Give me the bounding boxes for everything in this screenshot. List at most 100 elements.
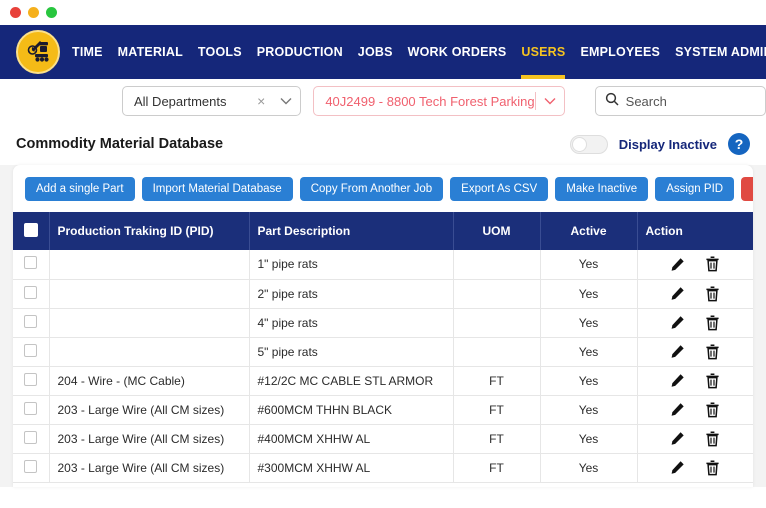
row-checkbox[interactable] — [24, 314, 38, 328]
job-select[interactable]: 40J2499 - 8800 Tech Forest Parking — [313, 86, 565, 116]
toggle-knob — [571, 136, 587, 152]
row-select-cell — [13, 250, 50, 280]
nav-item-work-orders[interactable]: WORK ORDERS — [408, 25, 507, 79]
trash-icon[interactable] — [705, 343, 720, 360]
cell-pid — [49, 337, 250, 367]
row-checkbox[interactable] — [24, 256, 38, 270]
pencil-icon[interactable] — [670, 315, 685, 330]
window-close-button[interactable] — [10, 7, 21, 18]
row-select-cell — [13, 424, 50, 454]
import-material-database-button[interactable]: Import Material Database — [141, 177, 293, 201]
search-field[interactable] — [594, 86, 766, 116]
nav-item-system-admin[interactable]: SYSTEM ADMIN — [675, 25, 766, 79]
row-select-cell — [13, 366, 50, 396]
delete-button[interactable]: Delete — [741, 177, 753, 201]
nav-item-tools[interactable]: TOOLS — [198, 25, 242, 79]
row-checkbox[interactable] — [24, 343, 38, 357]
cell-uom: FT — [453, 366, 541, 396]
column-header-pid[interactable]: Production Traking ID (PID) — [49, 212, 250, 250]
pencil-icon[interactable] — [670, 373, 685, 388]
pencil-icon[interactable] — [670, 402, 685, 417]
trash-icon[interactable] — [705, 285, 720, 302]
table-row: 2" pipe rats Yes — [13, 279, 753, 309]
nav-item-material[interactable]: MATERIAL — [118, 25, 183, 79]
job-select-value: 40J2499 - 8800 Tech Forest Parking — [325, 93, 535, 109]
clear-icon[interactable]: × — [250, 93, 272, 109]
nav-item-employees[interactable]: EMPLOYEES — [580, 25, 660, 79]
chevron-down-icon[interactable] — [272, 97, 300, 105]
assign-pid-button[interactable]: Assign PID — [655, 177, 735, 201]
nav-item-jobs[interactable]: JOBS — [358, 25, 393, 79]
trash-icon[interactable] — [705, 430, 720, 447]
cell-description: 2" pipe rats — [249, 279, 454, 309]
cell-action — [637, 424, 753, 454]
display-inactive-toggle[interactable] — [569, 134, 608, 154]
cell-active: Yes — [540, 366, 638, 396]
cell-uom — [453, 308, 541, 338]
cell-description: #600MCM THHN BLACK — [249, 395, 454, 425]
display-inactive-label: Display Inactive — [618, 136, 717, 152]
nav-item-production[interactable]: PRODUCTION — [257, 25, 343, 79]
cell-action — [637, 337, 753, 367]
row-checkbox[interactable] — [24, 430, 38, 444]
trash-icon[interactable] — [705, 372, 720, 389]
table-row: 203 - Large Wire (All CM sizes) #600MCM T… — [13, 395, 753, 425]
table-row: 203 - Large Wire (All CM sizes) #300MCM X… — [13, 453, 753, 483]
cell-description: #12/2C MC CABLE STL ARMOR — [249, 366, 454, 396]
row-checkbox[interactable] — [24, 372, 38, 386]
heading-actions: Display Inactive ? — [569, 133, 750, 155]
cell-pid — [49, 308, 250, 338]
column-header-uom[interactable]: UOM — [453, 212, 541, 250]
pencil-icon[interactable] — [670, 344, 685, 359]
search-input[interactable] — [625, 93, 746, 109]
app-logo[interactable] — [14, 28, 62, 76]
page-body: Add a single Part Import Material Databa… — [0, 165, 766, 487]
cell-description: 5" pipe rats — [249, 337, 454, 367]
pencil-icon[interactable] — [670, 460, 685, 475]
row-checkbox[interactable] — [24, 401, 38, 415]
cell-description: #400MCM XHHW AL — [249, 424, 454, 454]
cell-uom — [453, 337, 541, 367]
page-heading-row: Commodity Material Database Display Inac… — [0, 123, 766, 165]
chevron-down-icon[interactable] — [536, 97, 564, 105]
department-select[interactable]: All Departments × — [122, 86, 302, 116]
cell-active: Yes — [540, 279, 638, 309]
cell-active: Yes — [540, 250, 638, 280]
export-as-csv-button[interactable]: Export As CSV — [450, 177, 549, 201]
row-checkbox[interactable] — [24, 285, 38, 299]
nav-item-users[interactable]: USERS — [521, 25, 566, 79]
row-checkbox[interactable] — [24, 459, 38, 473]
make-inactive-button[interactable]: Make Inactive — [555, 177, 649, 201]
cell-active: Yes — [540, 337, 638, 367]
pencil-icon[interactable] — [670, 286, 685, 301]
cell-action — [637, 366, 753, 396]
window-maximize-button[interactable] — [46, 7, 57, 18]
pencil-icon[interactable] — [670, 257, 685, 272]
trash-icon[interactable] — [705, 314, 720, 331]
cell-pid: 203 - Large Wire (All CM sizes) — [49, 453, 250, 483]
top-navbar: TIME MATERIAL TOOLS PRODUCTION JOBS WORK… — [0, 25, 766, 79]
select-all-header — [13, 212, 50, 250]
table-body: 1" pipe rats Yes 2" pipe rats Yes 4" pipe ra… — [13, 250, 753, 483]
toolbar: Add a single Part Import Material Databa… — [13, 165, 753, 212]
cell-description: 4" pipe rats — [249, 308, 454, 338]
row-select-cell — [13, 337, 50, 367]
pencil-icon[interactable] — [670, 431, 685, 446]
cell-pid: 204 - Wire - (MC Cable) — [49, 366, 250, 396]
column-header-active[interactable]: Active — [540, 212, 638, 250]
cell-active: Yes — [540, 453, 638, 483]
cell-uom: FT — [453, 453, 541, 483]
column-header-description[interactable]: Part Description — [249, 212, 454, 250]
add-single-part-button[interactable]: Add a single Part — [25, 177, 135, 201]
copy-from-another-job-button[interactable]: Copy From Another Job — [299, 177, 444, 201]
cell-uom: FT — [453, 424, 541, 454]
help-icon[interactable]: ? — [728, 133, 750, 155]
nav-item-time[interactable]: TIME — [72, 25, 103, 79]
select-all-checkbox[interactable] — [23, 222, 38, 237]
trash-icon[interactable] — [705, 256, 720, 272]
window-minimize-button[interactable] — [28, 7, 39, 18]
search-icon — [605, 92, 619, 111]
trash-icon[interactable] — [705, 401, 720, 418]
row-select-cell — [13, 395, 50, 425]
trash-icon[interactable] — [705, 459, 720, 476]
